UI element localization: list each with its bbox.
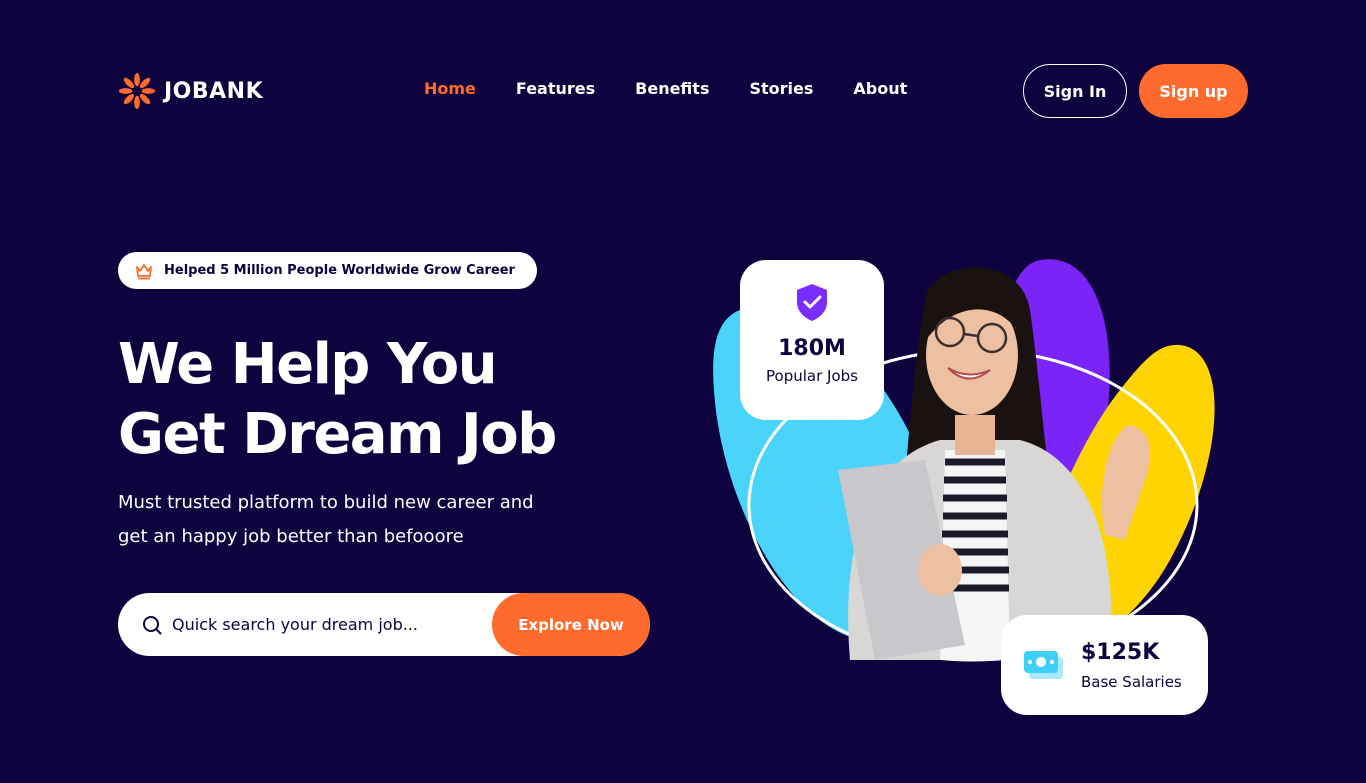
stat-jobs-label: Popular Jobs — [766, 367, 858, 385]
nav-item-features[interactable]: Features — [516, 79, 595, 98]
headline-line-2: Get Dream Job — [118, 402, 557, 467]
search-input[interactable] — [172, 615, 492, 634]
subtitle-line-1: Must trusted platform to build new caree… — [118, 492, 534, 513]
badge-text: Helped 5 Million People Worldwide Grow C… — [164, 263, 515, 278]
brand-name: JOBANK — [164, 78, 264, 104]
stat-salary-label: Base Salaries — [1081, 672, 1182, 691]
nav-item-stories[interactable]: Stories — [749, 79, 813, 98]
job-search-bar: Explore Now — [118, 593, 650, 656]
hero-headline: We Help You Get Dream Job — [118, 330, 557, 470]
shield-check-icon — [797, 284, 827, 321]
stat-card-base-salaries: $125K Base Salaries — [1001, 615, 1208, 715]
sign-in-button[interactable]: Sign In — [1023, 64, 1127, 118]
headline-line-1: We Help You — [118, 332, 498, 397]
achievement-badge: Helped 5 Million People Worldwide Grow C… — [118, 252, 537, 289]
stat-salary-value: $125K — [1081, 639, 1160, 665]
sign-up-button[interactable]: Sign up — [1139, 64, 1248, 118]
explore-now-button[interactable]: Explore Now — [492, 593, 650, 656]
main-nav: Home Features Benefits Stories About — [424, 79, 907, 98]
nav-item-home[interactable]: Home — [424, 79, 476, 98]
stat-jobs-value: 180M — [778, 336, 846, 361]
sunburst-logo-icon — [118, 72, 156, 110]
hero-subtitle: Must trusted platform to build new caree… — [118, 486, 578, 554]
search-icon — [143, 615, 162, 634]
brand-logo[interactable]: JOBANK — [118, 72, 263, 110]
nav-item-about[interactable]: About — [853, 79, 907, 98]
money-icon — [1024, 651, 1063, 679]
subtitle-line-2: get an happy job better than befooore — [118, 526, 464, 547]
crown-icon — [136, 263, 152, 279]
stat-card-popular-jobs: 180M Popular Jobs — [740, 260, 884, 420]
nav-item-benefits[interactable]: Benefits — [635, 79, 709, 98]
